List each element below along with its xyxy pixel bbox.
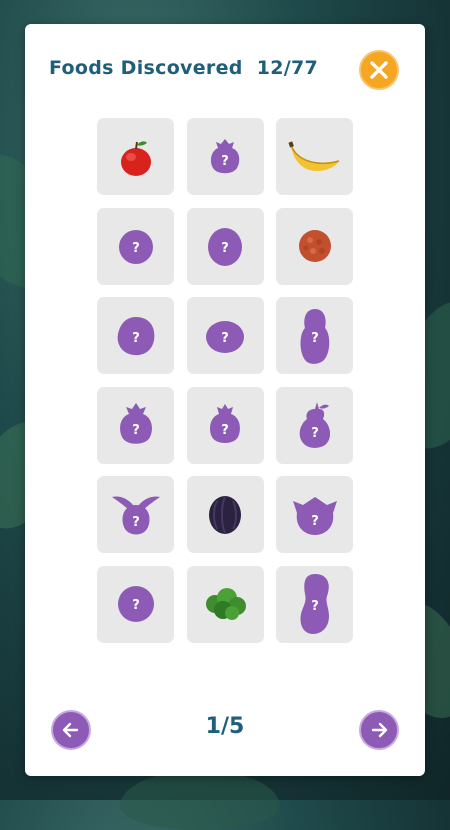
food-tile-locked[interactable]: ? xyxy=(186,207,264,285)
svg-text:?: ? xyxy=(221,423,229,438)
svg-text:?: ? xyxy=(132,241,140,256)
apple-icon xyxy=(120,140,151,176)
banana-icon xyxy=(287,140,339,171)
locked-fruit-icon: ? xyxy=(117,316,154,355)
next-page-button[interactable] xyxy=(359,710,399,750)
food-tile-locked[interactable]: ? xyxy=(276,565,353,643)
svg-text:?: ? xyxy=(221,241,229,256)
food-tile-locked[interactable]: ? xyxy=(276,297,353,374)
lychee-icon xyxy=(298,230,331,262)
foods-discovered-dialog: Foods Discovered 12/77 ? ? ? ? ? ? ? ? ?… xyxy=(25,24,425,776)
svg-text:?: ? xyxy=(311,331,319,346)
locked-fruit-icon: ? xyxy=(210,138,240,173)
food-tile[interactable] xyxy=(97,118,174,195)
food-tile-locked[interactable]: ? xyxy=(97,476,174,553)
svg-text:?: ? xyxy=(132,598,140,613)
background-leaf xyxy=(120,770,280,830)
locked-fruit-icon: ? xyxy=(111,496,160,534)
svg-text:?: ? xyxy=(311,599,319,614)
locked-fruit-icon: ? xyxy=(300,308,329,364)
broccoli-icon xyxy=(206,588,246,620)
discovered-count: 12/77 xyxy=(256,57,319,79)
svg-text:?: ? xyxy=(132,515,140,530)
food-tile-locked[interactable]: ? xyxy=(186,386,264,464)
food-tile[interactable] xyxy=(186,565,264,643)
food-tile-locked[interactable]: ? xyxy=(186,118,264,195)
locked-fruit-icon: ? xyxy=(208,228,242,266)
food-tile-locked[interactable]: ? xyxy=(186,297,264,374)
blackberry-icon xyxy=(209,495,241,534)
food-tile-locked[interactable]: ? xyxy=(276,476,353,553)
locked-fruit-icon: ? xyxy=(119,403,152,444)
svg-text:?: ? xyxy=(132,423,140,438)
locked-fruit-icon: ? xyxy=(210,404,240,443)
arrow-right-icon xyxy=(371,722,388,738)
svg-text:?: ? xyxy=(311,514,319,529)
svg-text:?: ? xyxy=(132,331,140,346)
locked-fruit-icon: ? xyxy=(299,402,330,448)
close-button[interactable] xyxy=(359,50,399,90)
food-tile-locked[interactable]: ? xyxy=(276,386,353,464)
svg-text:?: ? xyxy=(311,426,319,441)
locked-fruit-icon: ? xyxy=(292,496,337,535)
locked-fruit-icon: ? xyxy=(300,574,329,634)
locked-fruit-icon: ? xyxy=(118,230,153,264)
locked-fruit-icon: ? xyxy=(206,320,244,353)
svg-text:?: ? xyxy=(221,331,229,346)
food-tile-locked[interactable]: ? xyxy=(97,386,174,464)
food-tile[interactable] xyxy=(186,476,264,553)
dialog-title: Foods Discovered 12/77 xyxy=(49,57,318,79)
food-tile-locked[interactable]: ? xyxy=(97,565,174,643)
food-tile-locked[interactable]: ? xyxy=(97,207,174,285)
food-tile[interactable] xyxy=(276,207,353,285)
title-text: Foods Discovered xyxy=(49,57,243,79)
locked-fruit-icon: ? xyxy=(117,586,154,622)
svg-text:?: ? xyxy=(221,154,229,169)
close-icon xyxy=(370,61,388,79)
food-tile[interactable] xyxy=(276,118,353,195)
food-grid: ? ? ? ? ? ? ? ? ? ? ? ? ? xyxy=(97,118,353,643)
food-tile-locked[interactable]: ? xyxy=(97,297,174,374)
